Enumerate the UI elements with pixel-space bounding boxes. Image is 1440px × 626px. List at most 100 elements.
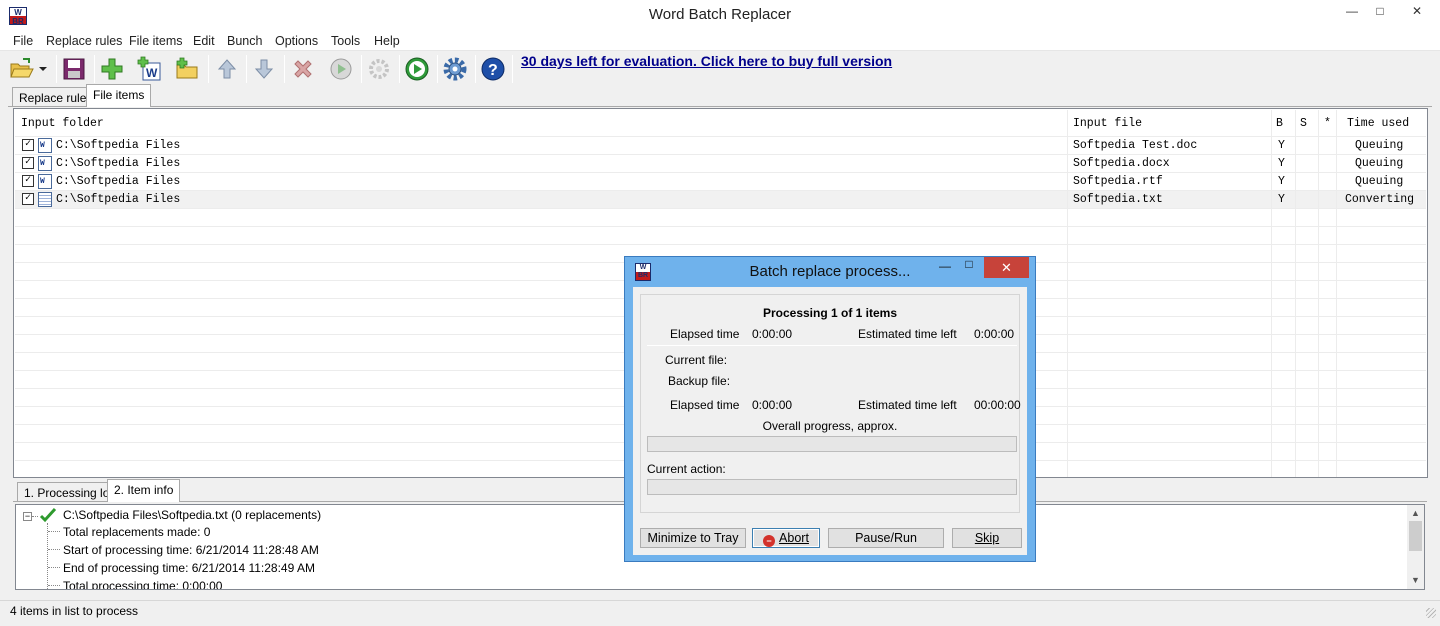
scroll-down-icon[interactable]: ▼ [1411, 575, 1420, 585]
abort-button[interactable]: − Abort [752, 528, 820, 548]
column-header-time-used[interactable]: Time used [1347, 117, 1409, 130]
column-header-s[interactable]: S [1300, 117, 1307, 130]
menu-help[interactable]: Help [374, 34, 400, 48]
toolbar-separator [437, 55, 438, 83]
toolbar-separator [246, 55, 247, 83]
estimated-time-label: Estimated time left [858, 398, 957, 412]
run-icon[interactable] [327, 55, 355, 83]
row-status: Converting [1345, 193, 1415, 206]
tree-connector [48, 585, 60, 586]
row-input-file: Softpedia Test.doc [1073, 139, 1198, 152]
row-input-folder: C:\Softpedia Files [56, 193, 181, 206]
dialog-separator [647, 345, 1017, 346]
row-checkbox[interactable]: ✓ [22, 193, 34, 205]
word-doc-icon: W [38, 156, 52, 171]
menu-replace-rules[interactable]: Replace rules [46, 34, 122, 48]
column-header-input-file[interactable]: Input file [1073, 117, 1142, 130]
tree-connector [48, 549, 60, 550]
tab-item-info[interactable]: 2. Item info [107, 479, 181, 502]
run-batch-icon[interactable] [403, 55, 431, 83]
row-b-flag: Y [1278, 175, 1285, 188]
toolbar: W ? 30 days left for evaluation. Click h… [0, 51, 1440, 86]
menu-edit[interactable]: Edit [193, 34, 215, 48]
grid-line [1336, 110, 1337, 477]
close-window-button[interactable]: ✕ [1394, 0, 1440, 22]
save-icon[interactable] [60, 55, 88, 83]
dialog-close-button[interactable]: ✕ [984, 257, 1029, 278]
skip-button[interactable]: Skip [952, 528, 1022, 548]
move-up-icon[interactable] [213, 55, 241, 83]
dialog-maximize-button[interactable]: □ [959, 257, 979, 271]
row-checkbox[interactable]: ✓ [22, 139, 34, 151]
maximize-window-button[interactable]: □ [1366, 0, 1394, 22]
add-word-file-icon[interactable]: W [136, 55, 164, 83]
backup-file-label: Backup file: [668, 374, 731, 388]
menu-file[interactable]: File [13, 34, 33, 48]
status-text: 4 items in list to process [10, 604, 139, 618]
current-action-progress-bar [647, 479, 1017, 495]
move-down-icon[interactable] [250, 55, 278, 83]
scroll-up-icon[interactable]: ▲ [1411, 508, 1420, 518]
overall-progress-label: Overall progress, approx. [762, 419, 898, 433]
grid-line [15, 172, 1426, 173]
settings-gray-icon[interactable] [365, 55, 393, 83]
minimize-to-tray-label: Minimize to Tray [647, 531, 739, 545]
current-action-label: Current action: [647, 462, 726, 476]
menu-options[interactable]: Options [275, 34, 318, 48]
grid-line [1067, 110, 1068, 477]
elapsed-time-value: 0:00:00 [752, 327, 793, 341]
tree-detail-line: Total processing time: 0:00:00 [63, 579, 223, 590]
grid-line [15, 136, 1426, 137]
tree-root-item[interactable]: C:\Softpedia Files\Softpedia.txt (0 repl… [63, 508, 321, 522]
pause-run-label: Pause/Run [855, 531, 917, 545]
toolbar-separator [361, 55, 362, 83]
tab-strip-border [8, 106, 1432, 107]
elapsed-time-value: 0:00:00 [752, 398, 793, 412]
stop-icon: − [763, 535, 776, 547]
row-checkbox[interactable]: ✓ [22, 175, 34, 187]
column-header-b[interactable]: B [1276, 117, 1283, 130]
grid-line [1271, 110, 1272, 477]
column-header-input-folder[interactable]: Input folder [21, 117, 104, 130]
buy-full-version-link[interactable]: 30 days left for evaluation. Click here … [521, 53, 892, 69]
minimize-window-button[interactable]: — [1338, 0, 1366, 22]
estimated-time-value: 0:00:00 [974, 327, 1015, 341]
row-status: Queuing [1355, 175, 1404, 188]
toolbar-separator [94, 55, 95, 83]
collapse-toggle[interactable]: − [23, 512, 32, 521]
menu-bunch[interactable]: Bunch [227, 34, 262, 48]
toolbar-separator [512, 55, 513, 83]
row-input-folder: C:\Softpedia Files [56, 157, 181, 170]
column-header-star[interactable]: * [1324, 117, 1331, 130]
menu-tools[interactable]: Tools [331, 34, 360, 48]
toolbar-separator [399, 55, 400, 83]
minimize-to-tray-button[interactable]: Minimize to Tray [640, 528, 746, 548]
window-title: Word Batch Replacer [648, 6, 792, 23]
tree-detail-line: Total replacements made: 0 [63, 525, 211, 539]
add-folder-icon[interactable] [174, 55, 202, 83]
toolbar-separator [284, 55, 285, 83]
menu-file-items[interactable]: File items [129, 34, 182, 48]
delete-icon[interactable] [289, 55, 317, 83]
scrollbar-thumb[interactable] [1409, 521, 1422, 551]
dialog-minimize-button[interactable]: — [935, 259, 955, 273]
svg-text:W: W [146, 66, 158, 80]
row-status: Queuing [1355, 157, 1404, 170]
add-icon[interactable] [98, 55, 126, 83]
vertical-scrollbar[interactable]: ▲ ▼ [1407, 505, 1424, 589]
help-icon[interactable]: ? [479, 55, 507, 83]
checkmark-icon [39, 507, 57, 526]
elapsed-time-label: Elapsed time [670, 327, 740, 341]
title-bar: W BR Word Batch Replacer — □ ✕ [0, 0, 1440, 31]
chevron-down-icon[interactable] [36, 55, 50, 83]
tree-connector [48, 531, 60, 532]
options-gear-icon[interactable] [441, 55, 469, 83]
pause-run-button[interactable]: Pause/Run [828, 528, 944, 548]
row-checkbox[interactable]: ✓ [22, 157, 34, 169]
tab-file-items[interactable]: File items [86, 84, 152, 107]
row-b-flag: Y [1278, 139, 1285, 152]
open-folder-icon[interactable] [8, 55, 36, 83]
elapsed-time-label: Elapsed time [670, 398, 740, 412]
resize-grip-icon[interactable] [1426, 608, 1436, 618]
toolbar-separator [208, 55, 209, 83]
